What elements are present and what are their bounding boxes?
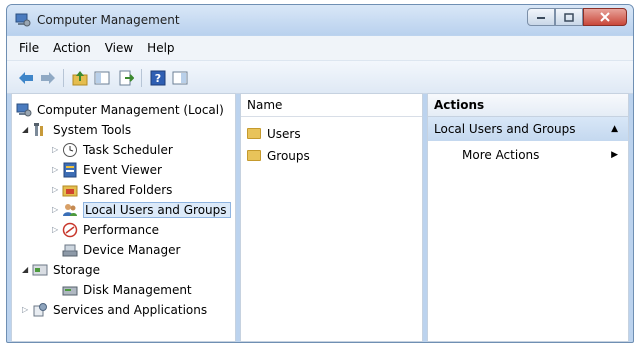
tree-item-label: System Tools: [53, 122, 132, 137]
shared-folder-icon: [62, 185, 78, 196]
collapsed-arrow-icon[interactable]: ▷: [22, 305, 32, 314]
tree-item-label: Computer Management (Local): [37, 102, 224, 117]
toolbar: ?: [7, 61, 633, 94]
results-list-pane: Name Users Groups: [240, 93, 423, 342]
computer-management-icon: [16, 103, 32, 116]
tree-item-label: Event Viewer: [83, 162, 162, 177]
tree-item-label: Disk Management: [83, 282, 192, 297]
forward-button[interactable]: [39, 69, 57, 87]
show-hide-tree-button[interactable]: [93, 69, 111, 87]
tree-item-label: Device Manager: [83, 242, 181, 257]
collapsed-arrow-icon[interactable]: ▷: [52, 225, 62, 234]
collapsed-arrow-icon[interactable]: ▷: [52, 205, 62, 214]
export-list-icon: [119, 70, 134, 86]
services-icon: [33, 302, 47, 316]
tree-item-label: Services and Applications: [53, 302, 208, 317]
actions-group-local-users-and-groups[interactable]: Local Users and Groups ▲: [428, 117, 628, 141]
tree-item-label: Storage: [53, 262, 100, 277]
event-viewer-icon: [63, 162, 77, 177]
console-tree-pane: Computer Management (Local) ◢ System Too…: [11, 93, 236, 342]
svg-text:?: ?: [155, 72, 161, 85]
up-folder-icon: [72, 71, 88, 86]
minimize-icon: [537, 17, 545, 19]
toolbar-separator: [63, 69, 64, 87]
collapse-up-icon[interactable]: ▲: [611, 124, 618, 134]
list-item-users[interactable]: Users: [247, 124, 301, 143]
tree-item-disk-management[interactable]: Disk Management: [62, 280, 192, 299]
menu-file[interactable]: File: [19, 41, 39, 55]
list-item-label: Groups: [267, 148, 310, 163]
window-controls: [527, 8, 627, 28]
list-item-groups[interactable]: Groups: [247, 146, 310, 165]
actions-group-label: Local Users and Groups: [434, 122, 576, 136]
actions-header: Actions: [428, 94, 628, 117]
tree-item-device-manager[interactable]: Device Manager: [62, 240, 180, 259]
tree-item-label: Performance: [83, 222, 160, 237]
column-header-label: Name: [247, 98, 283, 112]
menu-action[interactable]: Action: [53, 41, 91, 55]
title-bar[interactable]: Computer Management: [7, 5, 633, 35]
toolbar-separator: [141, 69, 142, 87]
menu-bar: File Action View Help: [7, 36, 633, 61]
properties-icon: [172, 71, 188, 85]
help-icon: ?: [150, 70, 166, 86]
actions-header-label: Actions: [434, 98, 485, 112]
clock-icon: [63, 142, 77, 157]
tree-item-storage[interactable]: ◢ Storage: [22, 260, 100, 279]
collapsed-arrow-icon[interactable]: ▷: [52, 185, 62, 194]
close-button[interactable]: [583, 8, 627, 26]
folder-icon: [247, 150, 261, 161]
menu-help[interactable]: Help: [147, 41, 174, 55]
tree-item-performance[interactable]: ▷ Performance: [52, 220, 159, 239]
computer-management-window: Computer Management File Action View Hel…: [6, 4, 634, 343]
performance-icon: [62, 222, 78, 237]
tree-item-label: Shared Folders: [83, 182, 173, 197]
help-button[interactable]: ?: [149, 69, 167, 87]
tree-item-services-and-applications[interactable]: ▷ Services and Applications: [22, 300, 207, 319]
more-actions-label: More Actions: [462, 148, 540, 162]
tree-item-root[interactable]: Computer Management (Local): [16, 100, 224, 119]
collapsed-arrow-icon[interactable]: ▷: [52, 165, 62, 174]
storage-icon: [32, 264, 48, 275]
more-actions-item[interactable]: More Actions ▶: [462, 145, 628, 165]
device-manager-icon: [62, 244, 78, 256]
actions-pane: Actions Local Users and Groups ▲ More Ac…: [427, 93, 629, 342]
menu-view[interactable]: View: [105, 41, 133, 55]
computer-management-icon: [15, 13, 31, 27]
expanded-arrow-icon[interactable]: ◢: [22, 125, 32, 134]
tree-item-local-users-and-groups[interactable]: ▷ Local Users and Groups: [52, 200, 231, 219]
maximize-icon: [564, 12, 574, 22]
collapsed-arrow-icon[interactable]: ▷: [52, 145, 62, 154]
tools-icon: [34, 122, 43, 136]
tree-item-shared-folders[interactable]: ▷ Shared Folders: [52, 180, 172, 199]
list-item-label: Users: [267, 126, 301, 141]
tree-item-event-viewer[interactable]: ▷ Event Viewer: [52, 160, 162, 179]
back-button[interactable]: [17, 69, 35, 87]
back-arrow-icon: [19, 72, 33, 84]
users-icon: [63, 203, 77, 216]
up-one-level-button[interactable]: [71, 69, 89, 87]
folder-icon: [247, 128, 261, 139]
show-hide-tree-icon: [94, 71, 110, 85]
close-icon: [600, 12, 610, 22]
window-title: Computer Management: [37, 13, 180, 27]
tree-item-label: Task Scheduler: [83, 142, 173, 157]
properties-button[interactable]: [171, 69, 189, 87]
column-header-name[interactable]: Name: [241, 94, 422, 117]
disk-management-icon: [62, 286, 78, 295]
maximize-button[interactable]: [555, 8, 583, 26]
tree-item-task-scheduler[interactable]: ▷ Task Scheduler: [52, 140, 173, 159]
expanded-arrow-icon[interactable]: ◢: [22, 265, 32, 274]
submenu-arrow-icon: ▶: [611, 150, 618, 160]
minimize-button[interactable]: [527, 8, 555, 26]
forward-arrow-icon: [41, 72, 55, 84]
export-list-button[interactable]: [117, 69, 135, 87]
tree-item-system-tools[interactable]: ◢ System Tools: [22, 120, 131, 139]
tree-item-label: Local Users and Groups: [83, 201, 231, 218]
